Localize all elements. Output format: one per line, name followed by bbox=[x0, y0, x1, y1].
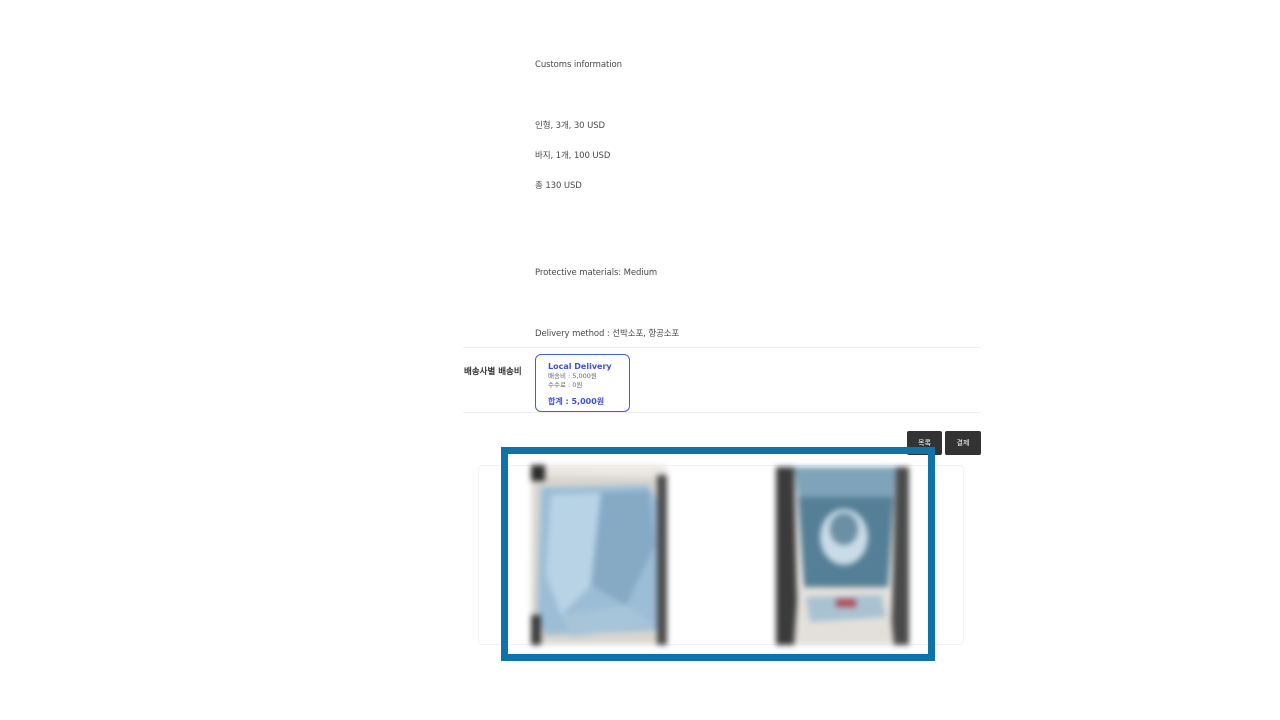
delivery-method: Delivery method : 선박소포, 항공소포 bbox=[535, 329, 680, 339]
shipping-option-card[interactable]: Local Delivery 배송비 : 5,000원 수수료 : 0원 합계 … bbox=[535, 354, 630, 412]
customs-item: 바지, 1개, 100 USD bbox=[535, 151, 611, 161]
protective-materials: Protective materials: Medium bbox=[535, 268, 658, 278]
row-divider bbox=[463, 347, 981, 348]
shipping-fee-line: 배송비 : 5,000원 bbox=[548, 372, 597, 380]
pay-button[interactable]: 결제 bbox=[945, 431, 981, 455]
shipping-commission-line: 수수료 : 0원 bbox=[548, 381, 583, 389]
customs-total: 총 130 USD bbox=[535, 181, 582, 191]
package-photo-1-image bbox=[531, 465, 667, 645]
package-photo-2-image bbox=[776, 467, 909, 645]
order-detail-page: Customs information 인형, 3개, 30 USD 바지, 1… bbox=[0, 0, 1280, 720]
customs-item: 인형, 3개, 30 USD bbox=[535, 121, 605, 131]
shipping-option-title: Local Delivery bbox=[548, 362, 612, 371]
row-divider bbox=[463, 412, 981, 413]
customs-heading: Customs information bbox=[535, 60, 622, 70]
shipping-total: 합계 : 5,000원 bbox=[548, 397, 605, 406]
package-photo-1[interactable] bbox=[531, 465, 667, 645]
list-button[interactable]: 목록 bbox=[907, 431, 942, 455]
shipping-fee-label: 배송사별 배송비 bbox=[464, 367, 522, 377]
package-photo-2[interactable] bbox=[776, 467, 909, 645]
